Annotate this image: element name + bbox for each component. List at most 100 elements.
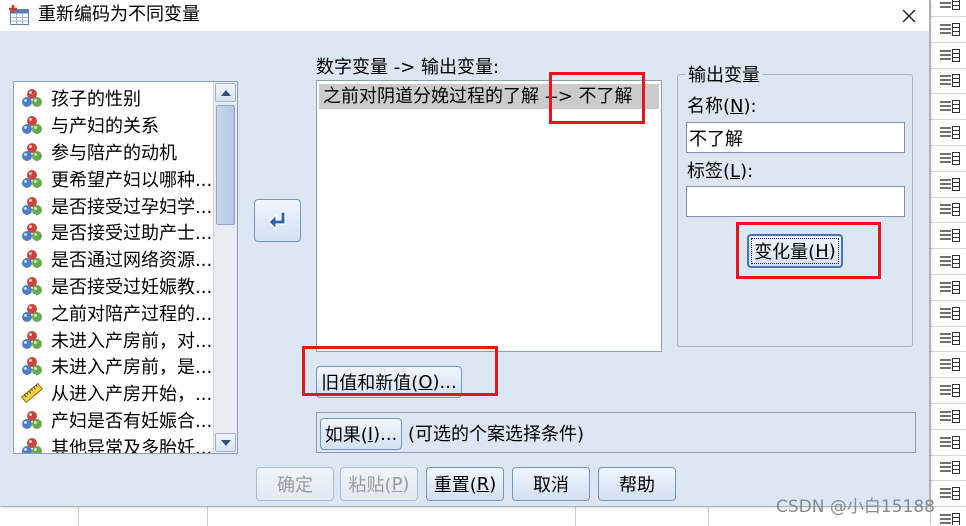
spreadsheet-row [931, 43, 966, 69]
title-bar[interactable]: 重新编码为不同变量 [0, 0, 929, 31]
nominal-icon [21, 410, 43, 430]
variable-role-icon [940, 22, 960, 36]
move-variable-button[interactable] [254, 199, 301, 242]
spreadsheet-row [931, 378, 966, 404]
variable-role-icon [940, 332, 960, 346]
variable-role-icon [940, 487, 960, 501]
variable-label: 从进入产房开始，... [51, 384, 213, 406]
if-button[interactable]: 如果(I)... [320, 418, 402, 450]
variable-role-icon [940, 126, 960, 139]
scale-ruler-icon [21, 383, 43, 404]
nominal-icon [21, 249, 43, 269]
spreadsheet-row [931, 197, 966, 224]
variable-label: 更希望产妇以哪种... [51, 169, 213, 191]
nominal-icon [21, 115, 43, 135]
reset-button[interactable]: 重置(R) [426, 467, 504, 501]
variable-role-icon [940, 358, 960, 372]
spss-recode-app-icon [8, 4, 30, 26]
numeric-to-output-list[interactable]: 之前对阴道分娩过程的了解 --> 不了解 [316, 80, 662, 352]
scrollbar-thumb[interactable] [216, 105, 235, 225]
variable-label: 是否接受过孕妇学... [51, 196, 213, 218]
list-item[interactable]: 其他异常及多胎妊... [14, 433, 213, 453]
variable-role-icon [940, 100, 960, 114]
list-item[interactable]: 参与陪产的动机 [14, 139, 213, 166]
variable-label: 孩子的性别 [51, 89, 141, 111]
scroll-down-button[interactable] [215, 433, 236, 452]
mapping-row[interactable]: 之前对阴道分娩过程的了解 --> 不了解 [319, 84, 659, 109]
spreadsheet-row [931, 404, 966, 430]
spreadsheet-row [931, 507, 966, 525]
variable-role-icon [940, 229, 960, 243]
name-field-label: 名称(N): [687, 96, 757, 117]
spreadsheet-row [931, 172, 966, 198]
change-button[interactable]: 变化量(H) [747, 234, 843, 268]
recode-dialog: 重新编码为不同变量 孩子的性别 与产妇的关系 参与陪产的动机 更希望产妇以哪种.… [0, 0, 930, 507]
list-item[interactable]: 更希望产妇以哪种... [14, 165, 213, 192]
nominal-icon [21, 88, 43, 108]
help-button[interactable]: 帮助 [598, 467, 676, 501]
vertical-scrollbar[interactable] [213, 82, 237, 453]
grid-line [78, 507, 79, 526]
list-item[interactable]: 是否接受过助产士... [14, 219, 213, 246]
spreadsheet-row [931, 94, 966, 121]
list-item[interactable]: 是否通过网络资源... [14, 246, 213, 273]
variable-role-icon [940, 203, 960, 217]
old-and-new-values-button[interactable]: 旧值和新值(O)... [316, 366, 462, 398]
variable-role-icon [940, 435, 960, 449]
triangle-up-icon [220, 89, 231, 96]
list-item[interactable]: 是否接受过孕妇学... [14, 192, 213, 219]
list-item[interactable]: 产妇是否有妊娠合... [14, 407, 213, 434]
mapping-list-label: 数字变量 -> 输出变量: [316, 57, 500, 78]
variable-role-icon [940, 74, 960, 88]
source-variable-list[interactable]: 孩子的性别 与产妇的关系 参与陪产的动机 更希望产妇以哪种... 是否接受过孕妇… [13, 81, 238, 454]
list-item[interactable]: 未进入产房前，是... [14, 353, 213, 380]
source-variable-items: 孩子的性别 与产妇的关系 参与陪产的动机 更希望产妇以哪种... 是否接受过孕妇… [14, 85, 213, 453]
label-field-label: 标签(L): [687, 161, 754, 182]
list-item[interactable]: 孩子的性别 [14, 85, 213, 112]
variable-role-icon [940, 384, 960, 397]
variable-role-icon [940, 461, 960, 475]
variable-role-icon [940, 280, 960, 294]
close-button[interactable] [894, 2, 924, 29]
list-item[interactable]: 之前对陪产过程的... [14, 299, 213, 326]
variable-label: 参与陪产的动机 [51, 142, 177, 164]
spreadsheet-row [931, 481, 966, 508]
paste-button[interactable]: 粘贴(P) [340, 467, 418, 501]
move-left-arrow-icon [267, 210, 286, 230]
name-field[interactable] [686, 122, 905, 153]
spreadsheet-row [931, 352, 966, 379]
nominal-icon [21, 169, 43, 189]
variable-role-icon [940, 409, 960, 423]
variable-role-icon [940, 0, 960, 10]
scroll-up-button[interactable] [215, 83, 236, 102]
list-item[interactable]: 未进入产房前，对... [14, 326, 213, 353]
variable-role-icon [940, 177, 960, 191]
ok-button[interactable]: 确定 [256, 467, 334, 501]
spreadsheet-row [931, 17, 966, 43]
watermark: CSDN @小白15188 [776, 497, 935, 517]
nominal-icon [21, 437, 43, 453]
list-item[interactable]: 从进入产房开始，... [14, 380, 213, 407]
spreadsheet-row [931, 275, 966, 301]
spreadsheet-row [931, 326, 966, 353]
condition-hint: (可选的个案选择条件) [408, 424, 585, 445]
label-field[interactable] [686, 186, 905, 217]
nominal-icon [21, 276, 43, 296]
cancel-button[interactable]: 取消 [512, 467, 590, 501]
variable-label: 是否接受过助产士... [51, 223, 213, 245]
variable-label: 与产妇的关系 [51, 116, 159, 138]
list-item[interactable]: 是否接受过妊娠教... [14, 273, 213, 300]
spreadsheet-row [931, 120, 966, 146]
nominal-icon [21, 196, 43, 216]
spreadsheet-row [931, 223, 966, 250]
triangle-down-icon [220, 439, 231, 446]
spreadsheet-role-column [930, 0, 966, 525]
nominal-icon [21, 222, 43, 242]
condition-panel [316, 412, 916, 453]
spreadsheet-row [931, 455, 966, 482]
grid-line [575, 507, 576, 526]
list-item[interactable]: 与产妇的关系 [14, 112, 213, 139]
nominal-icon [21, 142, 43, 162]
nominal-icon [21, 356, 43, 376]
variable-role-icon [940, 255, 960, 268]
